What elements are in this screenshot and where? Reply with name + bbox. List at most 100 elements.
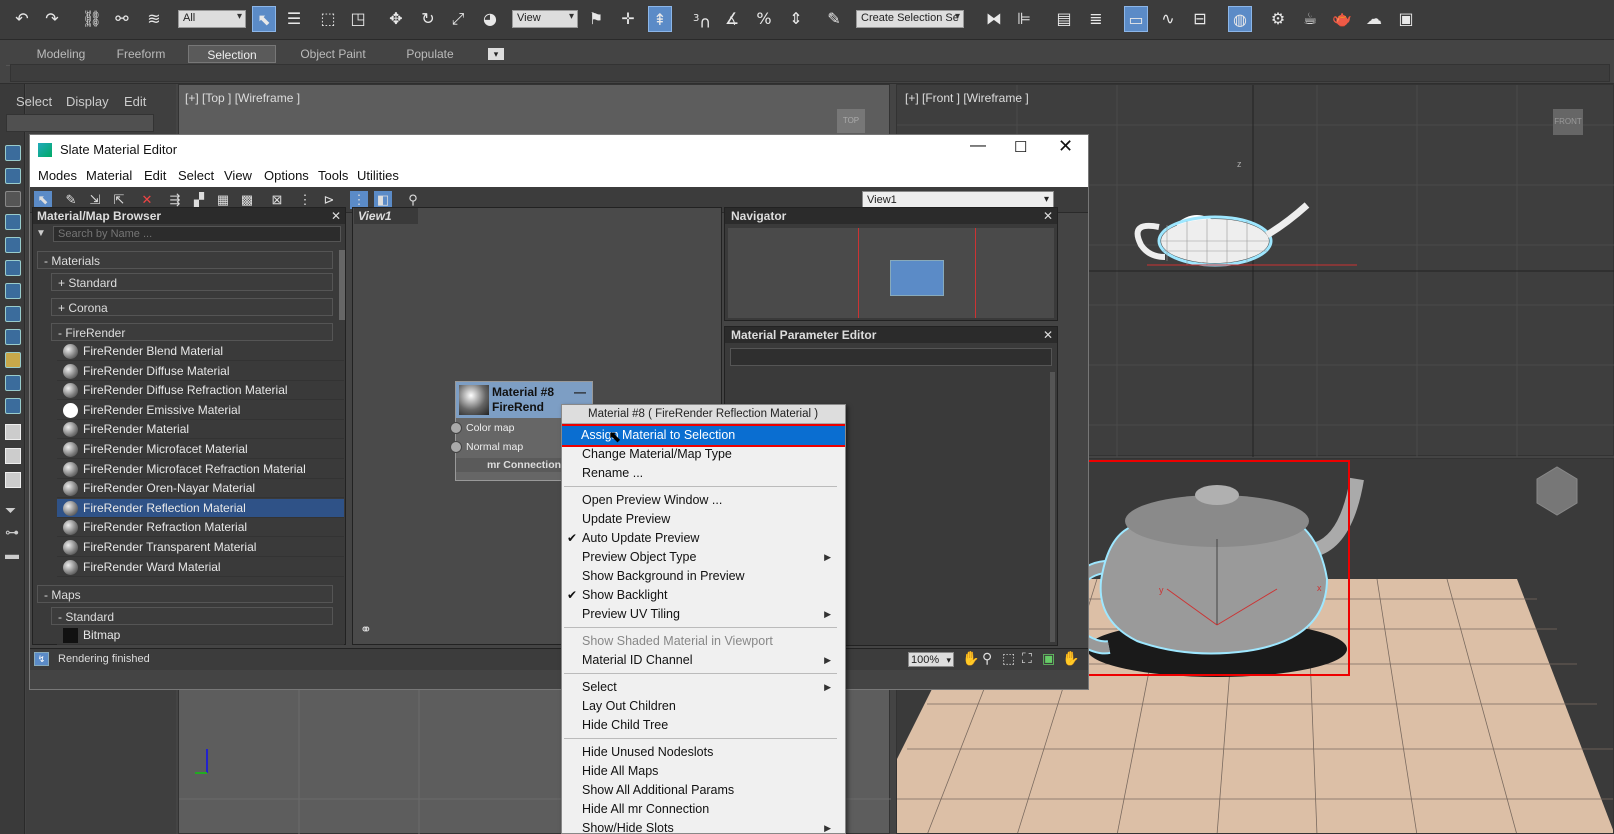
group-standard[interactable]: + Standard xyxy=(51,273,333,291)
node-collapse-icon[interactable]: — xyxy=(574,385,586,399)
ribbon-tab-freeform[interactable]: Freeform xyxy=(100,45,182,63)
menu-utilities[interactable]: Utilities xyxy=(357,165,399,187)
display-icon[interactable] xyxy=(5,283,21,299)
systems-icon[interactable] xyxy=(5,398,21,414)
rotate-icon[interactable]: ↻ xyxy=(416,6,440,32)
command-search-field[interactable] xyxy=(6,114,154,132)
spacewarp-icon[interactable] xyxy=(5,375,21,391)
render-setup-icon[interactable]: ⚙ xyxy=(1266,6,1290,32)
undo-icon[interactable]: ↶ xyxy=(10,6,34,32)
browser-scrollbar[interactable] xyxy=(339,250,345,320)
scene-explorer-icon[interactable]: ▤ xyxy=(1052,6,1076,32)
minimize-icon[interactable]: — xyxy=(970,137,986,155)
menu-view[interactable]: View xyxy=(224,165,252,187)
browser-close-icon[interactable]: ✕ xyxy=(331,208,341,224)
named-selection-dropdown[interactable]: Create Selection Se ▾ xyxy=(856,10,964,28)
viewcube-front[interactable]: FRONT xyxy=(1553,109,1583,135)
snap-toggle-icon[interactable]: 3∩ xyxy=(690,6,714,32)
viewport-front-label[interactable]: [+] [Front ] [Wireframe ] xyxy=(905,91,1029,105)
context-menu-item[interactable]: Hide All mr Connection xyxy=(562,800,839,819)
unlink-icon[interactable]: ⚯ xyxy=(110,6,134,32)
maximize-icon[interactable]: ☐ xyxy=(1014,138,1027,156)
zoom-extents-selected-icon[interactable]: ▣ xyxy=(1042,650,1055,667)
window-crossing-icon[interactable]: ◳ xyxy=(346,6,370,32)
command-tab-display[interactable]: Display xyxy=(66,94,109,109)
color-map-slot[interactable]: Color map xyxy=(466,422,514,434)
menu-material[interactable]: Material xyxy=(86,165,132,187)
modify-icon[interactable] xyxy=(5,214,21,230)
curve-editor-icon[interactable]: ∿ xyxy=(1156,6,1180,32)
helper-icon[interactable] xyxy=(5,352,21,368)
ribbon-tab-populate[interactable]: Populate xyxy=(390,45,470,63)
zoom-icon[interactable]: ⚲ xyxy=(982,650,992,667)
browser-search-input[interactable] xyxy=(53,226,341,242)
pan-icon[interactable]: ✋ xyxy=(962,650,979,667)
select-by-name-icon[interactable]: ☰ xyxy=(282,6,306,32)
graph-icon[interactable] xyxy=(5,329,21,345)
viewcube-top[interactable]: TOP xyxy=(837,109,865,133)
move-icon[interactable]: ✥ xyxy=(384,6,408,32)
paint-icon[interactable] xyxy=(5,191,21,207)
command-tab-edit[interactable]: Edit xyxy=(124,94,146,109)
selection-filter-dropdown[interactable]: All ▾ xyxy=(178,10,246,28)
motion-icon[interactable] xyxy=(5,260,21,276)
redo-icon[interactable]: ↷ xyxy=(40,6,64,32)
browser-item[interactable]: FireRender Diffuse Refraction Material xyxy=(57,381,344,401)
context-menu-item[interactable]: Preview Object Type ▶ xyxy=(562,548,839,567)
normal-map-slot-icon[interactable] xyxy=(450,441,462,453)
group-corona[interactable]: + Corona xyxy=(51,298,333,316)
context-menu-item[interactable]: Preview UV Tiling ▶ xyxy=(562,605,839,624)
browser-item[interactable]: FireRender Emissive Material xyxy=(57,401,344,420)
context-menu-item[interactable]: Assign Material to Selection xyxy=(562,424,845,447)
group-materials[interactable]: - Materials xyxy=(37,251,333,269)
align-icon[interactable]: ⊫ xyxy=(1012,6,1036,32)
utilities-icon[interactable] xyxy=(5,306,21,322)
param-editor-name-field[interactable] xyxy=(730,348,1052,366)
ribbon-tab-object-paint[interactable]: Object Paint xyxy=(288,45,378,63)
browser-item[interactable]: FireRender Material xyxy=(57,420,344,440)
binoculars-icon[interactable]: ⚭ xyxy=(360,621,372,638)
filter-icon[interactable]: ⏷ xyxy=(5,502,16,519)
schematic-view-icon[interactable]: ⊟ xyxy=(1188,6,1212,32)
doc-icon[interactable] xyxy=(5,424,21,440)
create-sphere-icon[interactable] xyxy=(5,145,21,161)
rect-selection-icon[interactable]: ⬚ xyxy=(316,6,340,32)
menu-select[interactable]: Select xyxy=(178,165,214,187)
context-menu-item[interactable]: Material ID Channel ▶ xyxy=(562,651,839,670)
param-editor-scrollbar[interactable] xyxy=(1050,372,1055,642)
color-map-slot-icon[interactable] xyxy=(450,422,462,434)
bind-spacewarp-icon[interactable]: ≋ xyxy=(142,6,166,32)
group-maps-standard[interactable]: - Standard xyxy=(51,607,333,625)
browser-item[interactable]: FireRender Diffuse Material xyxy=(57,362,344,381)
context-menu-item[interactable]: Change Material/Map Type xyxy=(562,445,839,464)
sheet-icon[interactable] xyxy=(5,472,21,488)
place-icon[interactable]: ◕ xyxy=(478,6,502,32)
keyboard-shortcut-override-icon[interactable]: ⇞ xyxy=(648,6,672,32)
angle-snap-icon[interactable]: ∡ xyxy=(720,6,744,32)
group-maps[interactable]: - Maps xyxy=(37,585,333,603)
context-menu-item[interactable]: Lay Out Children xyxy=(562,697,839,716)
browser-item[interactable]: FireRender Reflection Material xyxy=(57,498,344,518)
view-tab[interactable]: View1 xyxy=(354,208,418,224)
zoom-extents-icon[interactable]: ⛶ xyxy=(1022,650,1032,667)
context-menu-item[interactable]: Show/Hide Slots ▶ xyxy=(562,819,839,833)
menu-modes[interactable]: Modes xyxy=(38,165,77,187)
edit-named-selection-icon[interactable]: ✎ xyxy=(822,6,846,32)
layer-icon[interactable]: ▬ xyxy=(5,546,19,562)
context-menu-item[interactable]: Hide Child Tree xyxy=(562,716,839,735)
context-menu-item[interactable]: Show Shaded Material in Viewport xyxy=(562,632,839,651)
context-menu-item[interactable]: Hide Unused Nodeslots xyxy=(562,743,839,762)
render-online-icon[interactable]: ▣ xyxy=(1394,6,1418,32)
teapot-wireframe[interactable] xyxy=(1134,202,1357,267)
browser-options-icon[interactable]: ▼ xyxy=(36,226,52,242)
layer-explorer-icon[interactable]: ≣ xyxy=(1084,6,1108,32)
menu-edit[interactable]: Edit xyxy=(144,165,166,187)
context-menu-item[interactable]: Show Backlight ✔ xyxy=(562,586,839,605)
select-manipulate-icon[interactable]: ✛ xyxy=(616,6,640,32)
context-menu-item[interactable]: Hide All Maps xyxy=(562,762,839,781)
menu-options[interactable]: Options xyxy=(264,165,309,187)
browser-item[interactable]: FireRender Blend Material xyxy=(57,342,344,361)
percent-snap-icon[interactable]: % xyxy=(752,6,776,32)
browser-item[interactable]: FireRender Microfacet Refraction Materia… xyxy=(57,460,344,479)
browser-item[interactable]: FireRender Transparent Material xyxy=(57,538,344,557)
